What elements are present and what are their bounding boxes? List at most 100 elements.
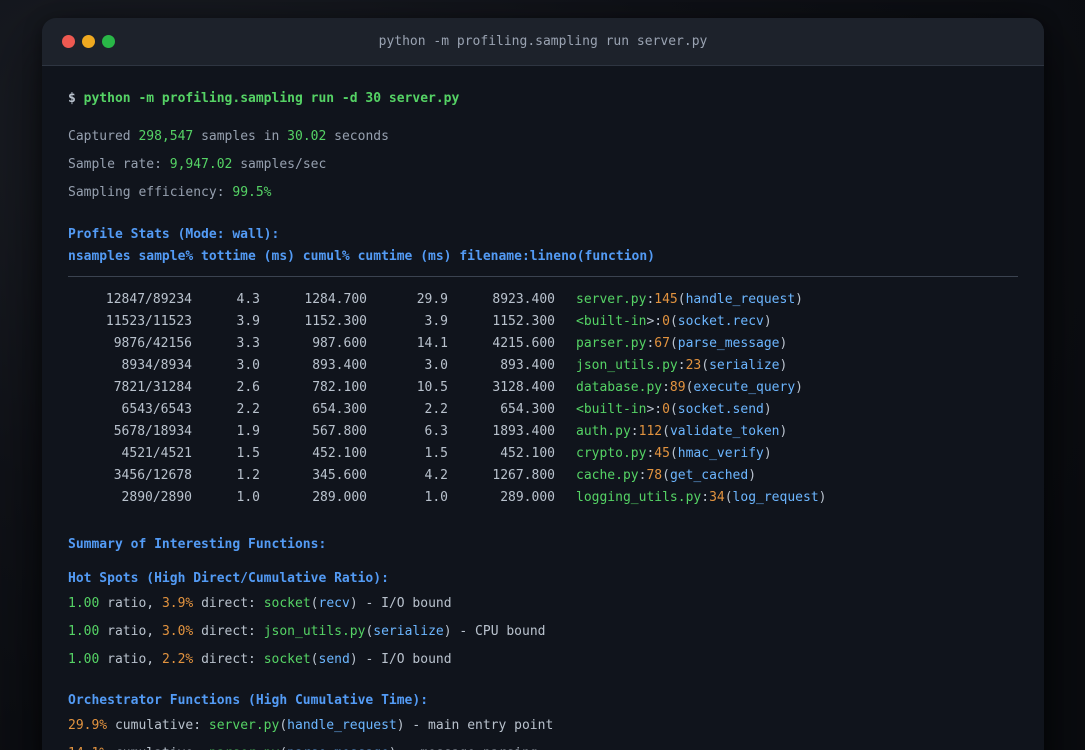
close-paren: ) (389, 746, 397, 750)
open-paren: ( (724, 490, 733, 505)
filename-text: crypto.py (576, 446, 647, 461)
prompt-symbol: $ (68, 91, 84, 106)
close-paren: ) (748, 468, 757, 483)
colon-separator: : (654, 314, 663, 329)
nsamples-cell: 12847/89234 (105, 292, 192, 307)
open-paren: ( (669, 336, 678, 351)
summary-heading: Summary of Interesting Functions: (68, 537, 327, 552)
close-paren: ) (779, 358, 788, 373)
close-paren: ) (443, 624, 452, 639)
open-paren: ( (669, 402, 678, 417)
close-paren: ) (779, 424, 788, 439)
efficiency-label: Sampling efficiency: (68, 185, 233, 200)
close-paren: ) (396, 718, 405, 733)
close-paren: ) (795, 292, 803, 307)
target-name: socket (263, 652, 311, 667)
table-row: 3456/12678 1.2 345.600 4.2 1267.800 cache.py:… (68, 465, 1018, 487)
hot-spot-item: 1.00 ratio, 3.0% direct: json_utils.py(s… (68, 621, 1018, 643)
bound-note: - I/O bound (357, 596, 452, 611)
cumtime-cell: 1893.400 (492, 424, 555, 439)
cumul-pct-cell: 3.0 (424, 358, 448, 373)
lineno-text: 78 (646, 468, 663, 483)
direct-label: direct: (193, 624, 264, 639)
sample-pct-cell: 1.9 (236, 424, 260, 439)
efficiency-value: 99.5% (232, 185, 272, 200)
lineno-text: 112 (638, 424, 663, 439)
hot-spot-item: 1.00 ratio, 2.2% direct: socket(send) - … (68, 649, 1018, 671)
rate-unit: samples/sec (232, 157, 327, 172)
bound-note: - I/O bound (357, 652, 452, 667)
function-cell: auth.py:112(validate_token) (576, 424, 787, 439)
tottime-cell: 893.400 (312, 358, 367, 373)
cumtime-cell: 452.100 (500, 446, 555, 461)
samples-count: 298,547 (138, 129, 194, 144)
maximize-button[interactable] (102, 35, 115, 48)
efficiency-line: Sampling efficiency: 99.5% (68, 182, 1018, 204)
lineno-text: 0 (662, 314, 670, 329)
lineno-text: 145 (654, 292, 678, 307)
sample-pct-cell: 3.0 (236, 358, 260, 373)
filename-text: cache.py (576, 468, 639, 483)
cumtime-cell: 1267.800 (492, 468, 555, 483)
tottime-cell: 289.000 (312, 490, 367, 505)
lineno-text: 0 (662, 402, 670, 417)
cumulative-label: cumulative: (107, 746, 209, 750)
tottime-cell: 1284.700 (304, 292, 367, 307)
cumtime-cell: 289.000 (500, 490, 555, 505)
function-cell: cache.py:78(get_cached) (576, 468, 756, 483)
orchestrator-note: - message parsing (397, 746, 538, 750)
table-row: 11523/11523 3.9 1152.300 3.9 1152.300 <built-… (68, 311, 1018, 333)
open-paren: ( (310, 596, 319, 611)
close-paren: ) (763, 402, 772, 417)
close-paren: ) (349, 652, 358, 667)
lineno-text: 23 (685, 358, 702, 373)
colon-separator: : (630, 424, 639, 439)
colon-separator: : (662, 380, 670, 395)
cumtime-cell: 3128.400 (492, 380, 555, 395)
terminal-content: $ python -m profiling.sampling run -d 30… (42, 66, 1044, 750)
ratio-value: 1.00 (68, 596, 100, 611)
orchestrator-item: 14.1% cumulative: parser.py(parse_messag… (68, 743, 1018, 750)
nsamples-cell: 7821/31284 (113, 380, 192, 395)
nsamples-cell: 9876/42156 (113, 336, 192, 351)
colon-separator: : (677, 358, 686, 373)
cumul-pct-cell: 4.2 (424, 468, 448, 483)
target-name: json_utils.py (263, 624, 366, 639)
table-divider (68, 276, 1018, 277)
cumulative-pct-value: 14.1% (68, 746, 107, 750)
table-row: 12847/89234 4.3 1284.700 29.9 8923.400 server… (68, 289, 1018, 311)
rate-label: Sample rate: (68, 157, 170, 172)
close-paren: ) (763, 314, 772, 329)
close-paren: ) (795, 380, 803, 395)
prompt-line: $ python -m profiling.sampling run -d 30… (68, 88, 1018, 110)
filename-text: <built-in (576, 402, 647, 417)
close-button[interactable] (62, 35, 75, 48)
cumul-pct-cell: 1.0 (424, 490, 448, 505)
table-row: 8934/8934 3.0 893.400 3.0 893.400 json_utils.… (68, 355, 1018, 377)
tottime-cell: 654.300 (312, 402, 367, 417)
captured-line: Captured 298,547 samples in 30.02 second… (68, 126, 1018, 148)
sample-pct-cell: 1.5 (236, 446, 260, 461)
function-name-text: socket.send (677, 402, 764, 417)
cumtime-cell: 1152.300 (492, 314, 555, 329)
sample-pct-cell: 4.3 (236, 292, 260, 307)
filename-text: database.py (576, 380, 663, 395)
cumulative-label: cumulative: (107, 718, 209, 733)
close-paren: ) (763, 446, 772, 461)
function-cell: crypto.py:45(hmac_verify) (576, 446, 772, 461)
tottime-cell: 782.100 (312, 380, 367, 395)
ratio-label: ratio, (99, 652, 162, 667)
close-paren: ) (779, 336, 788, 351)
hot-spots-heading: Hot Spots (High Direct/Cumulative Ratio)… (68, 571, 389, 586)
colon-separator: : (654, 402, 663, 417)
nsamples-cell: 8934/8934 (121, 358, 192, 373)
captured-label: Captured (68, 129, 139, 144)
function-name-text: handle_request (685, 292, 796, 307)
sample-rate-line: Sample rate: 9,947.02 samples/sec (68, 154, 1018, 176)
open-paren: ( (279, 718, 288, 733)
profile-columns-header: nsamples sample% tottime (ms) cumul% cum… (68, 249, 655, 264)
rate-value: 9,947.02 (169, 157, 233, 172)
open-paren: ( (662, 424, 670, 439)
table-row: 5678/18934 1.9 567.800 6.3 1893.400 auth.py:1… (68, 421, 1018, 443)
minimize-button[interactable] (82, 35, 95, 48)
